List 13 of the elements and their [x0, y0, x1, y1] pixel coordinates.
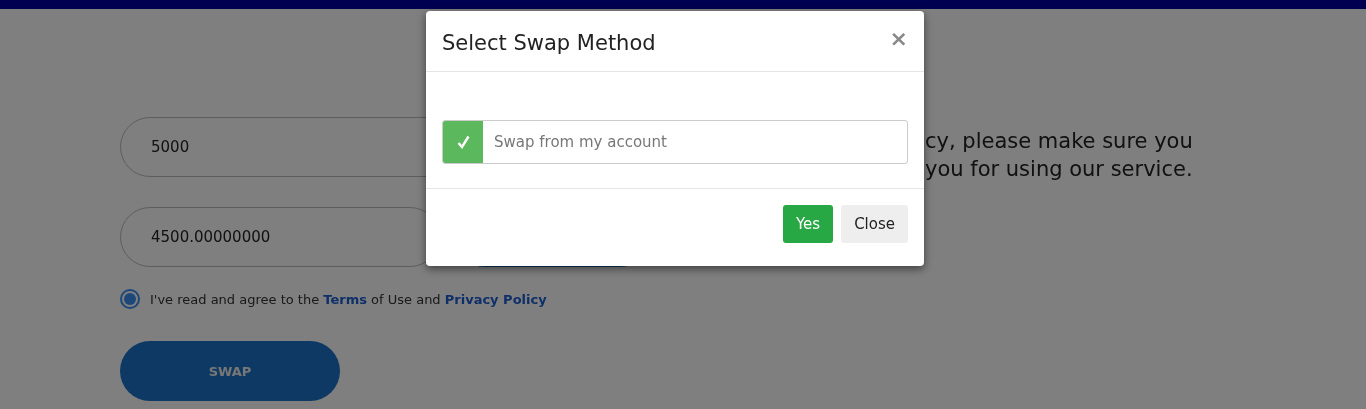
method-option[interactable]: Swap from my account	[442, 120, 908, 164]
terms-link[interactable]: Terms	[323, 291, 367, 307]
modal-title: Select Swap Method	[442, 31, 656, 55]
check-icon	[456, 135, 470, 149]
notice-text: cy, please make sure you	[925, 128, 1193, 155]
agree-radio[interactable]	[120, 289, 140, 309]
agreement-text: I've read and agree to the Terms of Use and Privacy Policy	[150, 291, 547, 307]
notice-text: you for using our service.	[925, 156, 1193, 183]
yes-button[interactable]: Yes	[782, 205, 834, 243]
close-button[interactable]: ×	[889, 29, 908, 49]
privacy-link[interactable]: Privacy Policy	[444, 291, 547, 307]
swap-button[interactable]: SWAP	[120, 341, 340, 401]
close-button[interactable]: Close	[841, 205, 908, 243]
